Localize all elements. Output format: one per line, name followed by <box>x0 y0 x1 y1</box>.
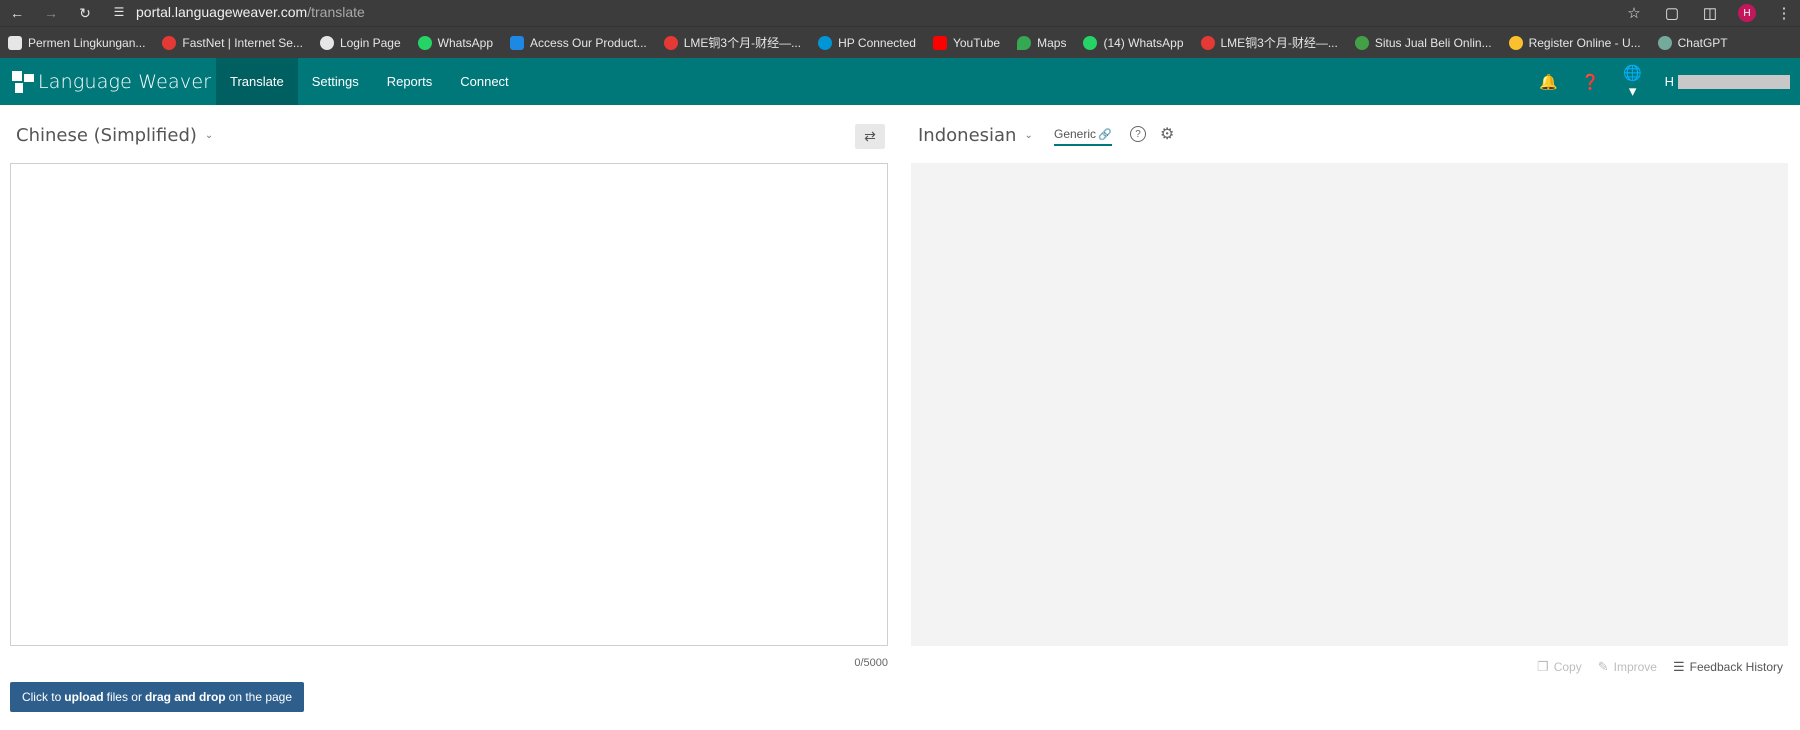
whatsapp-icon <box>1083 35 1098 50</box>
bookmark-item[interactable]: Access Our Product... <box>510 35 647 50</box>
bookmark-item[interactable]: Maps <box>1017 35 1066 50</box>
chatgpt-icon <box>1657 35 1672 50</box>
upload-files-button[interactable]: Click to upload files or drag and drop o… <box>10 682 304 712</box>
bookmark-favicon-icon <box>1354 35 1369 50</box>
forward-arrow-icon[interactable]: → <box>40 2 62 24</box>
site-settings-icon[interactable]: ☰ <box>110 3 128 21</box>
tab-settings[interactable]: Settings <box>298 58 373 105</box>
feedback-history-label: Feedback History <box>1689 660 1783 674</box>
globe-icon <box>319 35 334 50</box>
language-weaver-logo-icon <box>12 70 34 93</box>
swap-languages-button[interactable]: ⇄ <box>855 124 885 149</box>
translate-workspace: Chinese (Simplified) ⌄ ⇄ 0/5000 Click to… <box>0 105 1800 730</box>
bookmark-item[interactable]: YouTube <box>932 35 1000 50</box>
star-icon[interactable]: ☆ <box>1624 4 1644 22</box>
brand[interactable]: Language Weaver <box>0 70 216 93</box>
redacted-username <box>1678 74 1790 89</box>
tab-reports[interactable]: Reports <box>373 58 447 105</box>
upload-text-drag: drag and drop <box>144 690 226 704</box>
bookmark-item[interactable]: FastNet | Internet Se... <box>162 35 303 50</box>
bookmark-item[interactable]: HP Connected <box>818 35 916 50</box>
help-icon[interactable]: ❓ <box>1581 73 1601 91</box>
reload-icon[interactable]: ↻ <box>74 2 96 24</box>
bookmark-item[interactable]: ChatGPT <box>1657 35 1728 50</box>
bookmark-item[interactable]: Permen Lingkungan... <box>8 35 145 50</box>
sidepanel-icon[interactable]: ◫ <box>1700 4 1720 22</box>
improve-button[interactable]: ✎ Improve <box>1598 659 1657 675</box>
gear-icon[interactable]: ⚙ <box>1160 124 1174 144</box>
target-text-output <box>911 163 1788 646</box>
link-icon: 🔗 <box>1098 128 1112 141</box>
swap-icon: ⇄ <box>864 128 876 144</box>
browser-toolbar: ← → ↻ ☰ portal.languageweaver.com/transl… <box>0 0 1800 26</box>
upload-text-pre: Click to <box>21 690 62 704</box>
chevron-down-icon: ⌄ <box>204 130 214 141</box>
user-menu[interactable]: H <box>1665 74 1790 89</box>
bookmark-favicon-icon <box>162 35 177 50</box>
edit-icon: ✎ <box>1597 659 1609 674</box>
address-bar[interactable]: ☰ portal.languageweaver.com/translate <box>110 0 1555 24</box>
list-icon: ☰ <box>1672 659 1685 674</box>
hp-icon <box>818 35 833 50</box>
bookmark-item[interactable]: LME铜3个月-财经—... <box>663 34 801 51</box>
bookmark-item[interactable]: LME铜3个月-财经—... <box>1200 34 1338 51</box>
copy-label: Copy <box>1553 660 1582 674</box>
chevron-down-icon: ⌄ <box>1024 130 1033 141</box>
copy-button[interactable]: ❐ Copy <box>1537 659 1582 675</box>
back-arrow-icon[interactable]: ← <box>6 2 28 24</box>
question-circle-icon[interactable]: ? <box>1130 126 1146 142</box>
weibo-icon <box>663 35 678 50</box>
bookmark-favicon-icon <box>510 35 525 50</box>
youtube-icon <box>932 35 947 50</box>
bookmark-favicon-icon <box>8 35 22 50</box>
upload-text-post: on the page <box>228 690 293 704</box>
target-language-label: Indonesian <box>918 125 1017 146</box>
bookmark-item[interactable]: WhatsApp <box>417 35 493 50</box>
source-text-input[interactable] <box>10 163 888 646</box>
bell-icon[interactable]: 🔔 <box>1539 73 1559 91</box>
user-initial: H <box>1664 74 1674 89</box>
target-language-select[interactable]: Indonesian ⌄ <box>918 125 1033 146</box>
bookmark-item[interactable]: Login Page <box>319 35 401 50</box>
model-selector[interactable]: Generic 🔗 <box>1054 127 1112 146</box>
copy-icon: ❐ <box>1537 659 1549 674</box>
kebab-menu-icon[interactable]: ⋮ <box>1774 4 1794 22</box>
brand-name: Language Weaver <box>38 70 212 93</box>
bookmark-item[interactable]: Situs Jual Beli Onlin... <box>1354 35 1492 50</box>
maps-icon <box>1017 35 1032 50</box>
output-actions: ❐ Copy ✎ Improve ☰ Feedback History <box>1537 659 1783 675</box>
improve-label: Improve <box>1613 660 1657 674</box>
extensions-icon[interactable]: ▢ <box>1662 4 1682 22</box>
tab-connect[interactable]: Connect <box>446 58 522 105</box>
upload-text-bold: upload <box>64 690 104 704</box>
bookmarks-bar: Permen Lingkungan... FastNet | Internet … <box>0 26 1800 58</box>
weibo-icon <box>1200 35 1215 50</box>
language-globe-icon[interactable]: 🌐▾ <box>1623 64 1643 100</box>
profile-avatar[interactable]: H <box>1738 4 1756 22</box>
whatsapp-icon <box>417 35 432 50</box>
model-label: Generic <box>1054 127 1097 141</box>
character-count: 0/5000 <box>854 657 888 669</box>
bookmark-item[interactable]: Register Online - U... <box>1508 35 1641 50</box>
tab-translate[interactable]: Translate <box>216 58 298 105</box>
bookmark-favicon-icon <box>1508 35 1523 50</box>
feedback-history-button[interactable]: ☰ Feedback History <box>1673 659 1783 675</box>
url-text: portal.languageweaver.com/translate <box>136 4 365 20</box>
source-language-label: Chinese (Simplified) <box>16 125 197 146</box>
app-header: Language Weaver Translate Settings Repor… <box>0 58 1800 105</box>
upload-text-mid: files or <box>106 690 142 704</box>
source-language-select[interactable]: Chinese (Simplified) ⌄ <box>16 125 213 146</box>
bookmark-item[interactable]: (14) WhatsApp <box>1083 35 1184 50</box>
